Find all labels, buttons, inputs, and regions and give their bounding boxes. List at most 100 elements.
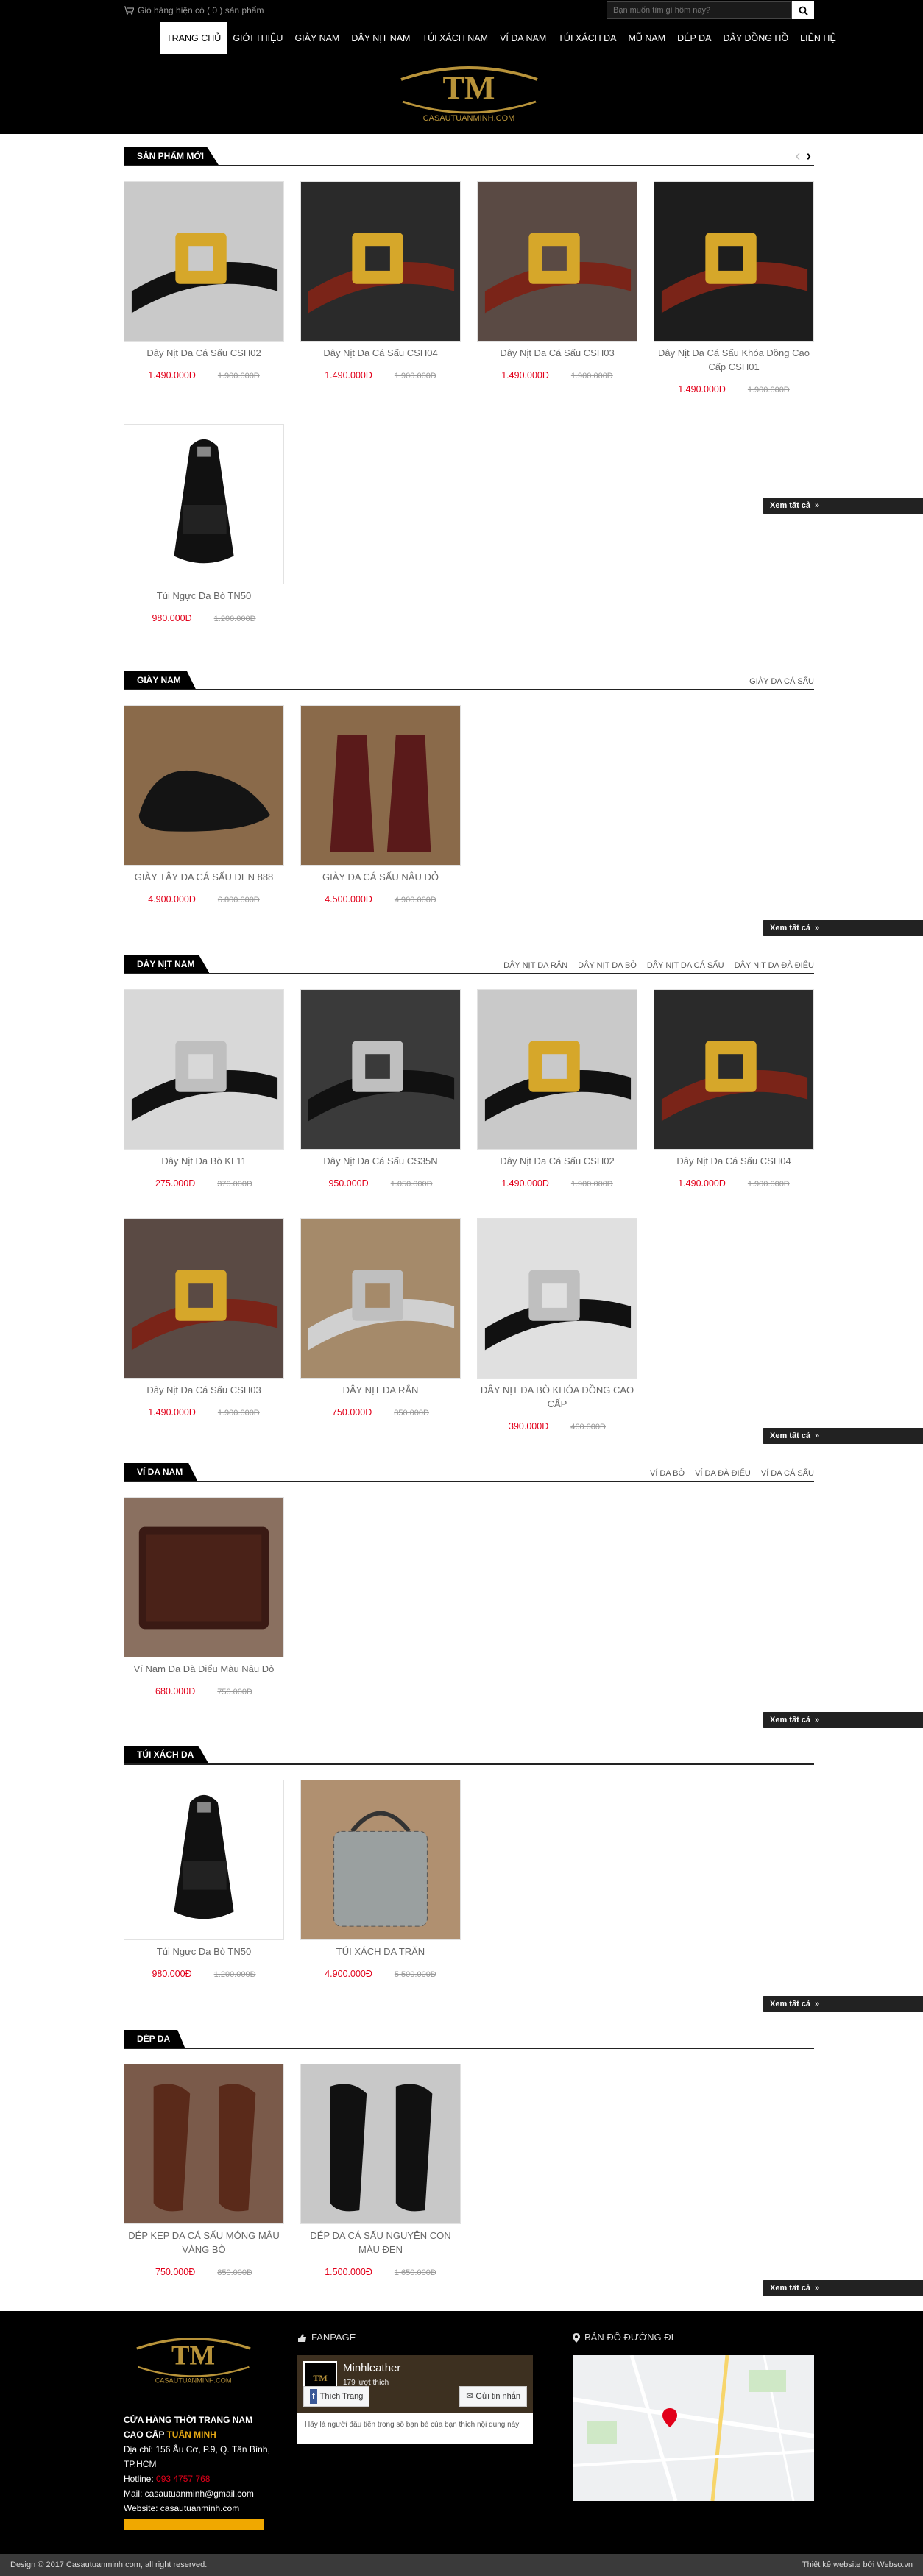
product-image[interactable] [124, 1218, 284, 1379]
section-sublink[interactable]: GIÀY DA CÁ SẤU [749, 677, 814, 686]
search-input[interactable] [607, 1, 792, 19]
view-all-button[interactable]: Xem tất cả » [763, 2280, 923, 2296]
product-card[interactable]: DÉP DA CÁ SẤU NGUYÊN CON MÀU ĐEN 1.500.00… [300, 2064, 461, 2277]
product-card[interactable]: GIÀY TÂY DA CÁ SẤU ĐEN 888 4.900.000Đ 6.80… [124, 705, 284, 905]
product-name[interactable]: Dây Nịt Da Cá Sấu CSH04 [654, 1154, 814, 1168]
nav-item[interactable]: DÂY NỊT NAM [345, 22, 416, 54]
nav-item[interactable]: TÚI XÁCH NAM [416, 22, 494, 54]
view-all-button[interactable]: Xem tất cả » [763, 1428, 923, 1444]
product-image[interactable] [124, 989, 284, 1150]
nav-item[interactable]: LIÊN HỆ [794, 22, 842, 54]
site-logo[interactable]: TM CASAUTUANMINH.COM [386, 57, 552, 128]
view-all-button[interactable]: Xem tất cả » [763, 498, 923, 514]
product-image[interactable] [300, 705, 461, 866]
product-name[interactable]: DÉP DA CÁ SẤU NGUYÊN CON MÀU ĐEN [300, 2229, 461, 2257]
google-map[interactable] [573, 2355, 814, 2501]
section-title[interactable]: DÂY NỊT NAM [124, 955, 210, 973]
nav-item[interactable]: TÚI XÁCH DA [552, 22, 622, 54]
product-card[interactable]: Dây Nịt Da Cá Sấu CSH04 1.490.000Đ 1.900.0… [300, 181, 461, 394]
product-image[interactable] [124, 424, 284, 584]
product-name[interactable]: Dây Nịt Da Cá Sấu CSH04 [300, 346, 461, 360]
product-card[interactable]: Ví Nam Da Đà Điểu Màu Nâu Đỏ 680.000Đ 750.… [124, 1497, 284, 1696]
section-sublink[interactable]: DÂY NỊT DA ĐÀ ĐIỂU [735, 961, 814, 970]
cart-summary[interactable]: Giỏ hàng hiện có ( 0 ) sản phẩm [138, 5, 264, 15]
product-image[interactable] [300, 989, 461, 1150]
facebook-widget[interactable]: TM Minhleather 179 lượt thích f Thích Tra… [297, 2355, 533, 2444]
section-title[interactable]: TÚI XÁCH DA [124, 1746, 209, 1763]
product-name[interactable]: Dây Nịt Da Cá Sấu CSH02 [124, 346, 284, 360]
view-all-button[interactable]: Xem tất cả » [763, 1712, 923, 1728]
section-sublink[interactable]: VÍ DA CÁ SẤU [761, 1469, 814, 1478]
nav-item[interactable]: VÍ DA NAM [494, 22, 552, 54]
product-name[interactable]: DÉP KẸP DA CÁ SẤU MÓNG MÂU VÀNG BÒ [124, 2229, 284, 2257]
product-name[interactable]: Dây Nịt Da Cá Sấu CSH03 [477, 346, 637, 360]
view-all-button[interactable]: Xem tất cả » [763, 1996, 923, 2012]
product-image[interactable] [300, 2064, 461, 2224]
product-card[interactable]: TÚI XÁCH DA TRĂN 4.900.000Đ 5.500.000Đ [300, 1780, 461, 1979]
product-name[interactable]: DÂY NỊT DA RẮN [300, 1383, 461, 1397]
product-card[interactable]: DÉP KẸP DA CÁ SẤU MÓNG MÂU VÀNG BÒ 750.00… [124, 2064, 284, 2277]
product-card[interactable]: DÂY NỊT DA BÒ KHÓA ĐỒNG CAO CẤP 390.000Đ 4… [477, 1218, 637, 1432]
product-name[interactable]: Dây Nịt Da Cá Sấu CS35N [300, 1154, 461, 1168]
product-image[interactable] [124, 181, 284, 342]
section-title[interactable]: VÍ DA NAM [124, 1463, 198, 1481]
product-card[interactable]: Dây Nịt Da Cá Sấu Khóa Đồng Cao Cấp CSH0… [654, 181, 814, 394]
product-card[interactable]: Dây Nịt Da Cá Sấu CSH04 1.490.000Đ 1.900.0… [654, 989, 814, 1189]
nav-item[interactable]: GIÀY NAM [289, 22, 345, 54]
designer-credit[interactable]: Thiết kế website bởi Webso.vn [802, 2561, 913, 2569]
product-image[interactable] [124, 2064, 284, 2224]
product-card[interactable]: DÂY NỊT DA RẮN 750.000Đ 850.000Đ [300, 1218, 461, 1432]
product-name[interactable]: GIÀY DA CÁ SẤU NÂU ĐỎ [300, 870, 461, 884]
product-image[interactable] [124, 1497, 284, 1657]
product-name[interactable]: TÚI XÁCH DA TRĂN [300, 1945, 461, 1958]
product-name[interactable]: GIÀY TÂY DA CÁ SẤU ĐEN 888 [124, 870, 284, 884]
product-card[interactable]: Dây Nịt Da Cá Sấu CSH02 1.490.000Đ 1.900.0… [477, 989, 637, 1189]
product-image[interactable] [300, 1780, 461, 1940]
product-name[interactable]: Dây Nịt Da Cá Sấu CSH02 [477, 1154, 637, 1168]
product-card[interactable]: Dây Nịt Da Cá Sấu CS35N 950.000Đ 1.050.000… [300, 989, 461, 1189]
section-sublink[interactable]: DÂY NỊT DA RẮN [503, 961, 567, 970]
footer-logo[interactable]: TM CASAUTUANMINH.COM [124, 2330, 264, 2389]
product-card[interactable]: GIÀY DA CÁ SẤU NÂU ĐỎ 4.500.000Đ 4.900.000… [300, 705, 461, 905]
product-name[interactable]: Túi Ngực Da Bò TN50 [124, 1945, 284, 1958]
product-image[interactable] [654, 989, 814, 1150]
fb-message-button[interactable]: ✉ Gửi tin nhắn [459, 2386, 527, 2407]
product-image[interactable] [300, 181, 461, 342]
product-card[interactable]: Dây Nịt Da Cá Sấu CSH02 1.490.000Đ 1.900.0… [124, 181, 284, 394]
section-sublink[interactable]: VÍ DA ĐÀ ĐIỂU [695, 1469, 751, 1478]
nav-item[interactable]: GIỚI THIỆU [227, 22, 289, 54]
chevron-right-icon[interactable]: › [806, 149, 811, 163]
nav-item[interactable]: MŨ NAM [622, 22, 671, 54]
search-button[interactable] [792, 1, 814, 19]
product-card[interactable]: Túi Ngực Da Bò TN50 980.000Đ 1.200.000Đ [124, 424, 284, 623]
cart-icon[interactable] [124, 6, 134, 15]
product-image[interactable] [477, 1218, 637, 1379]
section-title[interactable]: GIÀY NAM [124, 671, 196, 689]
product-card[interactable]: Dây Nịt Da Cá Sấu CSH03 1.490.000Đ 1.900.0… [124, 1218, 284, 1432]
product-image[interactable] [124, 705, 284, 866]
chevron-left-icon[interactable]: ‹ [796, 149, 801, 163]
product-name[interactable]: Ví Nam Da Đà Điểu Màu Nâu Đỏ [124, 1662, 284, 1676]
product-image[interactable] [477, 181, 637, 342]
section-title[interactable]: DÉP DA [124, 2030, 185, 2048]
fb-page-name[interactable]: Minhleather [343, 2361, 400, 2376]
fb-like-button[interactable]: f Thích Trang [303, 2386, 370, 2407]
section-sublink[interactable]: DÂY NỊT DA CÁ SẤU [647, 961, 724, 970]
product-name[interactable]: Dây Nịt Da Cá Sấu CSH03 [124, 1383, 284, 1397]
product-card[interactable]: Túi Ngực Da Bò TN50 980.000Đ 1.200.000Đ [124, 1780, 284, 1979]
product-name[interactable]: Túi Ngực Da Bò TN50 [124, 589, 284, 603]
product-image[interactable] [300, 1218, 461, 1379]
product-image[interactable] [654, 181, 814, 342]
view-all-button[interactable]: Xem tất cả » [763, 920, 923, 936]
nav-item[interactable]: DÉP DA [671, 22, 717, 54]
product-image[interactable] [124, 1780, 284, 1940]
product-name[interactable]: DÂY NỊT DA BÒ KHÓA ĐỒNG CAO CẤP [477, 1383, 637, 1411]
product-name[interactable]: Dây Nịt Da Cá Sấu Khóa Đồng Cao Cấp CSH0… [654, 346, 814, 374]
product-card[interactable]: Dây Nịt Da Cá Sấu CSH03 1.490.000Đ 1.900.0… [477, 181, 637, 394]
section-sublink[interactable]: VÍ DA BÒ [650, 1469, 685, 1478]
product-name[interactable]: Dây Nịt Da Bò KL11 [124, 1154, 284, 1168]
section-title[interactable]: SẢN PHẨM MỚI [124, 147, 219, 165]
nav-item[interactable]: TRANG CHỦ [160, 22, 227, 54]
product-card[interactable]: Dây Nịt Da Bò KL11 275.000Đ 370.000Đ [124, 989, 284, 1189]
product-image[interactable] [477, 989, 637, 1150]
